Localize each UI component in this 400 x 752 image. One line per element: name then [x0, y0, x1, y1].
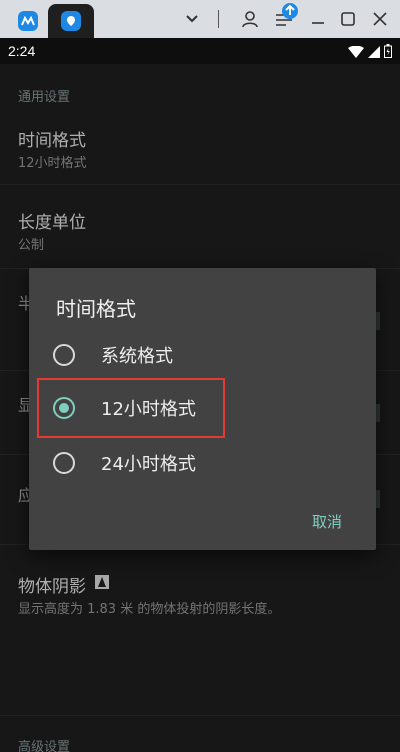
- tab-app-2-active[interactable]: [48, 4, 94, 38]
- minimize-icon[interactable]: [306, 7, 330, 31]
- dialog-title: 时间格式: [56, 297, 136, 321]
- radio-button[interactable]: [53, 452, 75, 474]
- user-icon[interactable]: [238, 7, 262, 31]
- tab-app-1[interactable]: [8, 4, 48, 38]
- highlight-box: [37, 378, 225, 438]
- time-format-dialog: 时间格式 系统格式 12小时格式 24小时格式 取消: [29, 268, 376, 550]
- status-bar: 2:24: [0, 38, 400, 64]
- app-logo-icon: [18, 11, 38, 31]
- option-label: 系统格式: [101, 346, 173, 367]
- signal-icon: [368, 43, 380, 62]
- update-badge-icon[interactable]: [280, 1, 300, 21]
- app-map-icon: [61, 11, 81, 31]
- battery-icon: [384, 43, 392, 62]
- wifi-icon: [348, 43, 364, 62]
- radio-button[interactable]: [53, 344, 75, 366]
- cancel-button[interactable]: 取消: [312, 511, 342, 532]
- toolbar-separator: [218, 10, 219, 28]
- status-time: 2:24: [8, 43, 36, 59]
- option-system-format[interactable]: 系统格式: [29, 328, 376, 382]
- maximize-icon[interactable]: [336, 7, 360, 31]
- option-label: 24小时格式: [101, 454, 196, 475]
- close-icon[interactable]: [368, 7, 392, 31]
- browser-tab-bar: [0, 0, 400, 38]
- chevron-down-icon[interactable]: [180, 7, 204, 31]
- option-24-hour-format[interactable]: 24小时格式: [29, 436, 376, 490]
